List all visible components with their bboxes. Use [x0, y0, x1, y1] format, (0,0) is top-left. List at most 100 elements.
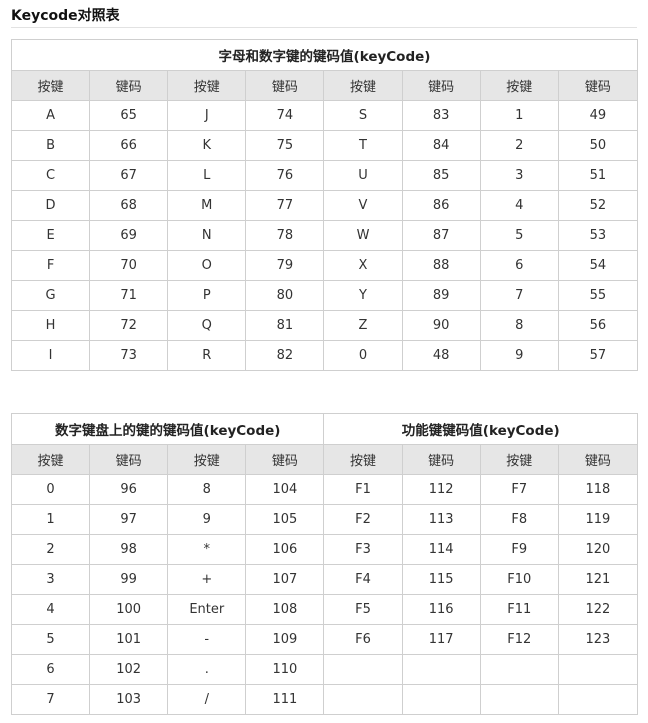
keycode-cell: 112 — [401, 474, 481, 505]
table-row: E 69 N 78 W 87 5 53 — [10, 220, 639, 251]
table-row: F 70 O 79 X 88 6 54 — [10, 250, 639, 281]
key-cell: 0 — [10, 474, 91, 505]
keycode-cell: 121 — [557, 564, 639, 595]
column-header: 按键 — [323, 444, 403, 475]
keycode-cell: 82 — [245, 340, 325, 371]
key-cell: S — [323, 100, 403, 131]
keycode-cell: 77 — [245, 190, 325, 221]
keycode-cell: 85 — [401, 160, 481, 191]
key-cell: 5 — [479, 220, 559, 251]
key-cell: F — [10, 250, 91, 281]
column-header: 按键 — [479, 70, 559, 101]
keycode-cell — [401, 684, 481, 715]
keycode-cell: 123 — [557, 624, 639, 655]
keycode-cell: 122 — [557, 594, 639, 625]
column-header: 按键 — [167, 70, 247, 101]
keycode-cell — [557, 684, 639, 715]
keycode-cell: 109 — [245, 624, 325, 655]
keycode-cell: 65 — [89, 100, 169, 131]
table-caption: 字母和数字键的键码值(keyCode) — [11, 39, 638, 71]
keycode-cell: 80 — [245, 280, 325, 311]
column-header: 键码 — [557, 70, 639, 101]
column-header: 按键 — [10, 70, 91, 101]
keycode-cell: 106 — [245, 534, 325, 565]
key-cell: F3 — [323, 534, 403, 565]
column-header: 按键 — [10, 444, 91, 475]
key-cell — [323, 684, 403, 715]
column-header: 按键 — [323, 70, 403, 101]
key-cell: D — [10, 190, 91, 221]
key-cell: X — [323, 250, 403, 281]
key-cell: . — [167, 654, 247, 685]
key-cell: 2 — [10, 534, 91, 565]
table-header-row: 按键 键码 按键 键码 按键 键码 按键 键码 — [10, 444, 639, 475]
key-cell: 3 — [10, 564, 91, 595]
keycode-cell: 70 — [89, 250, 169, 281]
key-cell: F4 — [323, 564, 403, 595]
keycode-cell: 100 — [89, 594, 169, 625]
table-row: 0 96 8 104 F1 112 F7 118 — [10, 474, 639, 505]
keycode-cell: 120 — [557, 534, 639, 565]
table-row: 1 97 9 105 F2 113 F8 119 — [10, 504, 639, 535]
table-header-row: 按键 键码 按键 键码 按键 键码 按键 键码 — [10, 70, 639, 101]
numpad-function-keycode-table: 数字键盘上的键的键码值(keyCode) 功能键键码值(keyCode) 按键键… — [10, 413, 639, 715]
keycode-cell: 103 — [89, 684, 169, 715]
table-row: I 73 R 82 0 48 9 57 — [10, 340, 639, 371]
keycode-cell: 74 — [245, 100, 325, 131]
key-cell: L — [167, 160, 247, 191]
keycode-cell: 50 — [557, 130, 639, 161]
keycode-cell: 119 — [557, 504, 639, 535]
key-cell: F11 — [479, 594, 559, 625]
key-cell: Enter — [167, 594, 247, 625]
column-header: 键码 — [89, 444, 169, 475]
page-title-bar: Keycode对照表 — [11, 5, 637, 28]
keycode-cell: 115 — [401, 564, 481, 595]
key-cell: 2 — [479, 130, 559, 161]
keycode-cell: 118 — [557, 474, 639, 505]
key-cell: P — [167, 280, 247, 311]
function-keys-table-caption: 功能键键码值(keyCode) — [323, 413, 638, 445]
keycode-cell: 51 — [557, 160, 639, 191]
page-title: Keycode对照表 — [11, 8, 120, 24]
table-row: H 72 Q 81 Z 90 8 56 — [10, 310, 639, 341]
key-cell: F10 — [479, 564, 559, 595]
key-cell: 0 — [323, 340, 403, 371]
key-cell: G — [10, 280, 91, 311]
keycode-cell: 49 — [557, 100, 639, 131]
keycode-cell: 68 — [89, 190, 169, 221]
key-cell: Y — [323, 280, 403, 311]
key-cell — [323, 654, 403, 685]
key-cell: F8 — [479, 504, 559, 535]
keycode-cell: 53 — [557, 220, 639, 251]
keycode-cell: 67 — [89, 160, 169, 191]
column-header: 键码 — [401, 444, 481, 475]
key-cell: F6 — [323, 624, 403, 655]
key-cell: F2 — [323, 504, 403, 535]
keycode-cell: 98 — [89, 534, 169, 565]
keycode-cell: 90 — [401, 310, 481, 341]
keycode-cell: 113 — [401, 504, 481, 535]
key-cell: 7 — [10, 684, 91, 715]
keycode-cell: 79 — [245, 250, 325, 281]
key-cell — [479, 654, 559, 685]
key-cell: 1 — [479, 100, 559, 131]
table-row: G 71 P 80 Y 89 7 55 — [10, 280, 639, 311]
key-cell: J — [167, 100, 247, 131]
key-cell: V — [323, 190, 403, 221]
table-row: 2 98 * 106 F3 114 F9 120 — [10, 534, 639, 565]
key-cell: + — [167, 564, 247, 595]
key-cell: I — [10, 340, 91, 371]
key-cell: A — [10, 100, 91, 131]
key-cell: F7 — [479, 474, 559, 505]
column-header: 键码 — [245, 70, 325, 101]
keycode-cell: 78 — [245, 220, 325, 251]
table-body: 按键 键码 按键 键码 按键 键码 按键 键码 0 96 8 104 F1 112 F7 118 1 97 9 105… — [10, 444, 639, 715]
keycode-cell: 96 — [89, 474, 169, 505]
keycode-cell: 105 — [245, 504, 325, 535]
key-cell: - — [167, 624, 247, 655]
keycode-cell: 88 — [401, 250, 481, 281]
key-cell: 5 — [10, 624, 91, 655]
keycode-cell: 76 — [245, 160, 325, 191]
keycode-cell — [401, 654, 481, 685]
letters-digits-keycode-table: 字母和数字键的键码值(keyCode) 按键 键码 按键 键码 按键 键码 按键 键码 A 65 J… — [10, 39, 639, 371]
